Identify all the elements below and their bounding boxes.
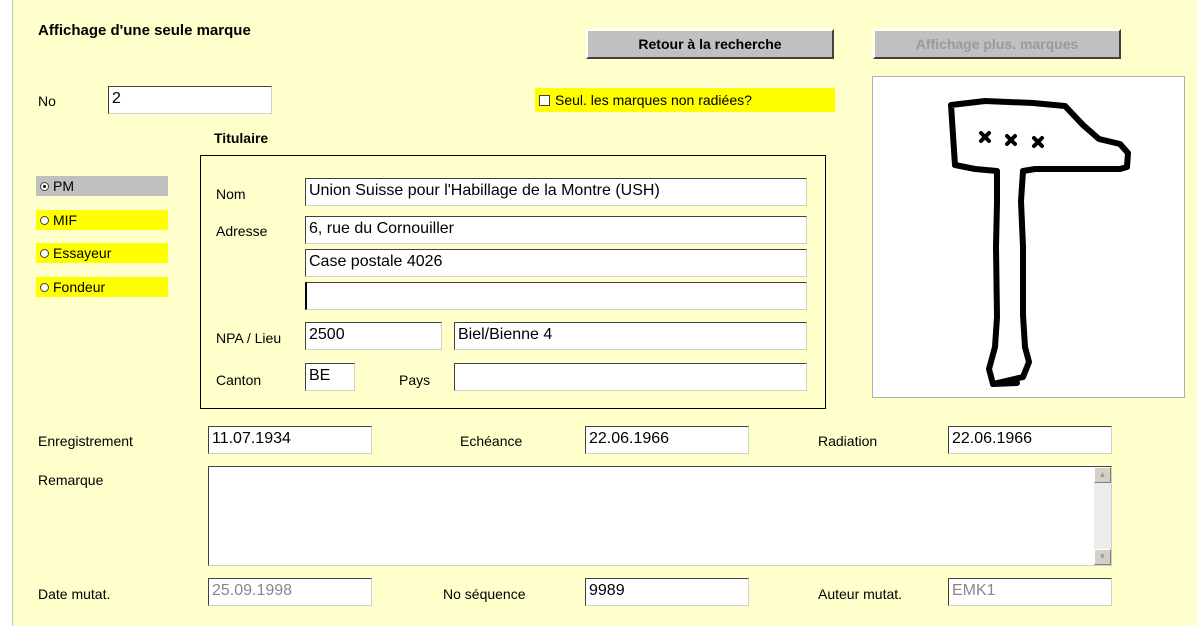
radio-mif-label: MIF <box>53 212 78 228</box>
adresse-label: Adresse <box>216 223 268 239</box>
radio-fondeur[interactable]: Fondeur <box>36 277 168 297</box>
adresse-line1-input[interactable]: 6, rue du Cornouiller <box>305 216 807 244</box>
date-mutat-label: Date mutat. <box>38 586 111 602</box>
radio-fondeur-label: Fondeur <box>53 279 106 295</box>
nom-input[interactable]: Union Suisse pour l'Habillage de la Mont… <box>305 178 807 206</box>
hammer-mark-icon <box>901 83 1159 393</box>
remarque-scrollbar[interactable]: ▲ ▼ <box>1094 467 1111 565</box>
lieu-input[interactable]: Biel/Bienne 4 <box>454 322 807 350</box>
radio-essayeur[interactable]: Essayeur <box>36 243 168 263</box>
radio-mif[interactable]: MIF <box>36 210 168 230</box>
radio-pm-label: PM <box>53 178 74 194</box>
adresse-line2-input[interactable]: Case postale 4026 <box>305 249 807 277</box>
date-mutat-input[interactable]: 25.09.1998 <box>208 578 372 606</box>
no-input[interactable]: 2 <box>108 86 272 114</box>
adresse-line3-input[interactable] <box>305 282 807 310</box>
enregistrement-input[interactable]: 11.07.1934 <box>208 426 372 454</box>
titulaire-heading: Titulaire <box>214 130 269 146</box>
radio-pm[interactable]: PM <box>36 176 168 196</box>
echeance-input[interactable]: 22.06.1966 <box>585 426 749 454</box>
scroll-down-icon[interactable]: ▼ <box>1094 549 1111 565</box>
enregistrement-label: Enregistrement <box>38 433 133 449</box>
echeance-label: Echéance <box>460 433 523 449</box>
radiation-label: Radiation <box>818 433 878 449</box>
non-radiees-label: Seul. les marques non radiées? <box>555 92 752 108</box>
scroll-up-icon[interactable]: ▲ <box>1094 467 1111 483</box>
mark-image <box>872 76 1185 398</box>
checkbox-icon[interactable] <box>539 94 550 106</box>
radio-checked-icon[interactable] <box>40 181 49 191</box>
multi-marks-button[interactable]: Affichage plus. marques <box>873 29 1121 59</box>
page-title: Affichage d'une seule marque <box>38 22 251 39</box>
radio-unchecked-icon[interactable] <box>40 282 49 292</box>
nom-label: Nom <box>216 186 246 202</box>
auteur-mutat-input[interactable]: EMK1 <box>948 578 1112 606</box>
pays-input[interactable] <box>454 363 807 391</box>
non-radiees-checkbox[interactable]: Seul. les marques non radiées? <box>535 88 835 112</box>
npa-lieu-label: NPA / Lieu <box>216 330 282 346</box>
radio-unchecked-icon[interactable] <box>40 248 49 258</box>
radiation-input[interactable]: 22.06.1966 <box>948 426 1112 454</box>
radio-unchecked-icon[interactable] <box>40 215 49 225</box>
no-label: No <box>38 93 56 109</box>
back-to-search-button[interactable]: Retour à la recherche <box>586 29 834 59</box>
canton-input[interactable]: BE <box>305 363 355 391</box>
pays-label: Pays <box>399 372 431 388</box>
remarque-textarea[interactable]: ▲ ▼ <box>208 466 1112 566</box>
auteur-mutat-label: Auteur mutat. <box>818 586 903 602</box>
no-sequence-input[interactable]: 9989 <box>585 578 749 606</box>
npa-input[interactable]: 2500 <box>305 322 442 350</box>
remarque-label: Remarque <box>38 472 104 488</box>
radio-essayeur-label: Essayeur <box>53 245 112 261</box>
no-sequence-label: No séquence <box>443 586 526 602</box>
canton-label: Canton <box>216 372 262 388</box>
